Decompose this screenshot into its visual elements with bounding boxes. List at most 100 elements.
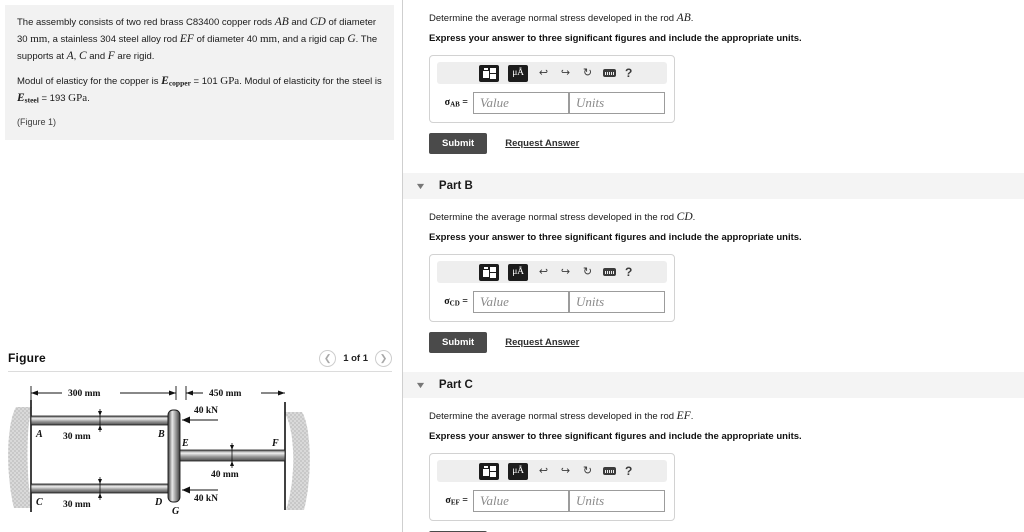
figure-panel-title: Figure [8, 351, 46, 365]
redo-arrow-icon[interactable]: ↪ [559, 67, 572, 79]
help-icon[interactable]: ? [625, 465, 632, 477]
help-icon[interactable]: ? [625, 67, 632, 79]
figure-navigation: ❮ 1 of 1 ❯ [319, 349, 392, 367]
chevron-right-icon[interactable]: ❯ [375, 349, 392, 367]
chevron-down-icon[interactable]: ▼ [414, 380, 426, 390]
math-template-icon[interactable] [479, 462, 499, 480]
part-c-sigma-subscript: EF [450, 498, 460, 507]
part-a-submit-button[interactable]: Submit [429, 133, 488, 154]
e-copper-base: E [161, 75, 169, 88]
part-a-sigma-subscript: AB [450, 100, 460, 109]
part-b-actions: Submit Request Answer [429, 332, 1024, 353]
part-c-answer-box: μÅ ↩ ↪ ↻ ? σEF = Value Units [429, 453, 675, 521]
keyboard-icon[interactable] [603, 467, 616, 475]
dia-bottom-label: 30 mm [63, 500, 91, 510]
part-a-units-input[interactable]: Units [569, 92, 665, 114]
e-copper-symbol: Ecopper [161, 75, 191, 88]
units-mu-angstrom-icon[interactable]: μÅ [508, 64, 528, 82]
problem-text-10: are rigid. [114, 50, 155, 62]
part-c-instruction: Express your answer to three significant… [429, 431, 802, 442]
part-b-equals: = [459, 296, 468, 308]
math-template-icon[interactable] [479, 64, 499, 82]
keyboard-icon[interactable] [603, 69, 616, 77]
page-root: The assembly consists of two red brass C… [0, 0, 1024, 532]
units-mu-angstrom-icon[interactable]: μÅ [508, 462, 528, 480]
part-b-request-answer-link[interactable]: Request Answer [505, 337, 579, 348]
undo-arrow-icon[interactable]: ↩ [537, 67, 550, 79]
assembly-diagram-svg: 300 mm 450 mm A B 30 mm C D 30 mm G E F … [8, 386, 310, 517]
part-b-prompt-text: Determine the average normal stress deve… [429, 212, 677, 223]
part-a-answer-row: σAB = Value Units [437, 92, 667, 114]
part-a-sigma-label: σAB = [437, 97, 473, 108]
part-c-header[interactable]: ▼ Part C [403, 371, 1024, 398]
label-E: E [181, 438, 189, 449]
load-top-label: 40 kN [194, 406, 218, 416]
dia-top-label: 30 mm [63, 432, 91, 442]
part-c-label: Part C [438, 379, 473, 391]
part-c-units-input[interactable]: Units [569, 490, 665, 512]
label-G: G [172, 506, 180, 517]
chevron-down-icon[interactable]: ▼ [414, 181, 426, 191]
part-c-value-input[interactable]: Value [473, 490, 569, 512]
part-c-answer-row: σEF = Value Units [437, 490, 667, 512]
part-c-toolbar: μÅ ↩ ↪ ↻ ? [437, 460, 667, 482]
rod-ef-label: EF [179, 32, 194, 45]
problem-text-9: and [86, 50, 108, 62]
unit-mm-1: mm [30, 32, 48, 45]
problem-text-4: , a stainless 304 steel alloy rod [47, 33, 180, 45]
reset-circle-icon[interactable]: ↻ [581, 465, 594, 477]
part-b-body: Determine the average normal stress deve… [403, 199, 1024, 353]
math-template-icon[interactable] [479, 263, 499, 281]
dim-left-label: 300 mm [68, 389, 101, 399]
part-a-answer-box: μÅ ↩ ↪ ↻ ? σAB = Value Units [429, 55, 675, 123]
part-a-prompt: Determine the average normal stress deve… [429, 12, 1024, 24]
problem-paragraph-2: Modul of elasticy for the copper is Ecop… [17, 73, 382, 107]
rod-cd-label: CD [309, 16, 326, 28]
part-a-body: Determine the average normal stress deve… [403, 0, 1024, 154]
part-b-units-input[interactable]: Units [569, 291, 665, 313]
part-b-submit-button[interactable]: Submit [429, 332, 488, 353]
figure-header: Figure ❮ 1 of 1 ❯ [8, 345, 392, 371]
problem-text-5: of diameter 40 [193, 33, 260, 45]
part-a-instruction: Express your answer to three significant… [429, 33, 802, 44]
label-B: B [157, 429, 165, 440]
unit-gpa-1: GPa [220, 75, 240, 88]
unit-gpa-2: GPa [68, 92, 88, 105]
undo-arrow-icon[interactable]: ↩ [537, 266, 550, 278]
problem-text-6: , and a rigid cap [277, 33, 348, 45]
help-icon[interactable]: ? [625, 266, 632, 278]
dim-right-label: 450 mm [209, 389, 242, 399]
part-a-value-input[interactable]: Value [473, 92, 569, 114]
reset-circle-icon[interactable]: ↻ [581, 266, 594, 278]
redo-arrow-icon[interactable]: ↪ [559, 465, 572, 477]
chevron-left-icon[interactable]: ❮ [319, 349, 337, 367]
problem-text-14: = 193 [38, 93, 69, 105]
reset-circle-icon[interactable]: ↻ [581, 67, 594, 79]
label-D: D [154, 497, 162, 508]
part-section-c: ▼ Part C Determine the average normal st… [403, 371, 1024, 532]
dia-mid-label: 40 mm [211, 470, 239, 480]
figure-diagram[interactable]: 300 mm 450 mm A B 30 mm C D 30 mm G E F … [0, 380, 403, 532]
redo-arrow-icon[interactable]: ↪ [559, 266, 572, 278]
undo-arrow-icon[interactable]: ↩ [537, 465, 550, 477]
part-c-prompt-text: Determine the average normal stress deve… [429, 411, 677, 422]
part-a-prompt-period: . [690, 13, 694, 24]
part-a-prompt-text: Determine the average normal stress deve… [429, 13, 677, 24]
part-b-label: Part B [438, 180, 473, 192]
keyboard-icon[interactable] [603, 268, 616, 276]
part-b-value-input[interactable]: Value [473, 291, 569, 313]
part-b-toolbar: μÅ ↩ ↪ ↻ ? [437, 261, 667, 283]
part-a-request-answer-link[interactable]: Request Answer [505, 138, 579, 149]
part-b-answer-row: σCD = Value Units [437, 291, 667, 313]
rod-ab-label: AB [274, 16, 289, 28]
point-f-label: F [107, 49, 115, 62]
part-b-instruction: Express your answer to three significant… [429, 232, 802, 243]
part-b-header[interactable]: ▼ Part B [403, 172, 1024, 199]
part-a-rod-symbol: AB [676, 12, 691, 24]
part-a-equals: = [459, 97, 468, 109]
label-F: F [271, 438, 279, 449]
figure-reference-link[interactable]: (Figure 1) [17, 116, 382, 129]
units-mu-angstrom-icon[interactable]: μÅ [508, 263, 528, 281]
problem-statement: The assembly consists of two red brass C… [5, 5, 394, 141]
part-c-sigma-label: σEF = [437, 495, 473, 506]
